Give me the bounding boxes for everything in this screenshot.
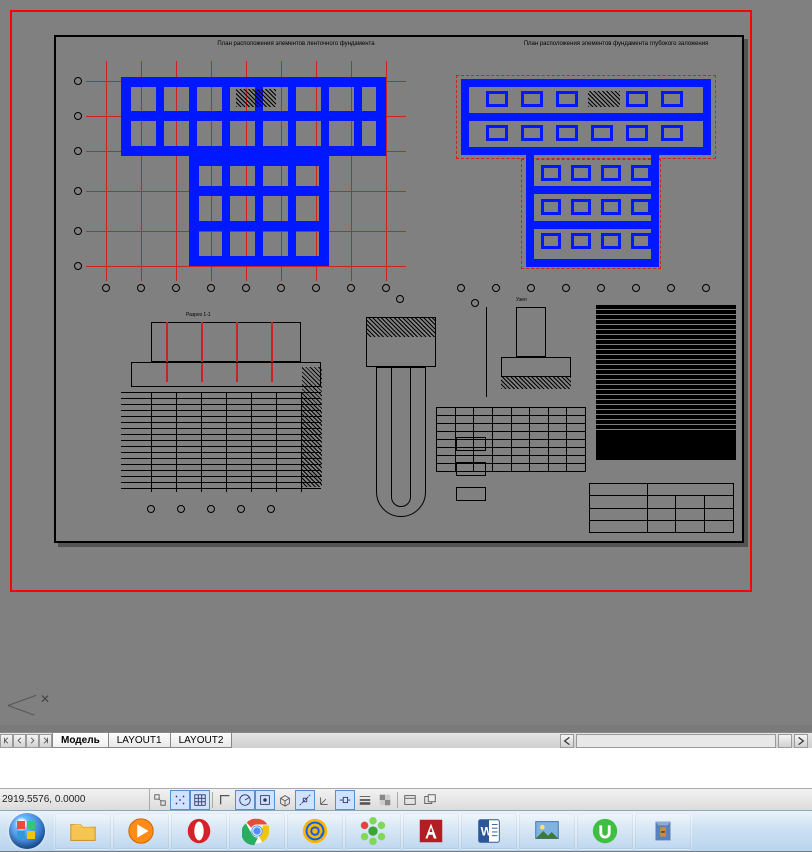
status-3dosnap[interactable] — [275, 790, 295, 810]
taskbar-word[interactable]: W — [460, 812, 518, 850]
hscroll-track[interactable] — [576, 734, 776, 748]
column-elevation — [296, 367, 331, 487]
tab-prev-button[interactable] — [13, 734, 26, 748]
taskbar-icq[interactable] — [344, 812, 402, 850]
status-infer-constraints[interactable] — [150, 790, 170, 810]
model-space[interactable]: План расположения элементов ленточного ф… — [0, 0, 812, 725]
node-detail — [476, 307, 586, 397]
plan1 — [86, 61, 406, 281]
taskbar-autocad[interactable] — [402, 812, 460, 850]
status-bar: 2919.5576, 0.0000 — [0, 788, 812, 810]
start-button[interactable] — [0, 811, 54, 852]
tab-model[interactable]: Модель — [52, 733, 109, 748]
layout-tab-strip: Модель LAYOUT1 LAYOUT2 — [0, 732, 812, 748]
plan2 — [426, 61, 726, 281]
status-selection-cycling[interactable] — [420, 790, 440, 810]
legend-sketch-3 — [456, 487, 486, 501]
status-otrack[interactable] — [295, 790, 315, 810]
tab-label: LAYOUT2 — [179, 735, 224, 746]
node-label: Узел — [516, 297, 527, 303]
tab-label: Модель — [61, 735, 100, 746]
specification-table — [596, 305, 736, 460]
taskbar-mailru[interactable] — [286, 812, 344, 850]
title-block — [589, 483, 734, 533]
ucs-icon: ✕ — [8, 690, 48, 720]
taskbar-wmp[interactable] — [112, 812, 170, 850]
tab-layout2[interactable]: LAYOUT2 — [170, 733, 233, 748]
section1-label: Разрез 1-1 — [186, 312, 211, 318]
plan1-title: План расположения элементов ленточного ф… — [206, 41, 386, 48]
status-grid[interactable] — [190, 790, 210, 810]
status-snap[interactable] — [170, 790, 190, 810]
status-lineweight[interactable] — [355, 790, 375, 810]
tab-label: LAYOUT1 — [117, 735, 162, 746]
hscroll-left[interactable] — [560, 734, 574, 748]
coordinates-readout[interactable]: 2919.5576, 0.0000 — [0, 789, 150, 810]
taskbar-utorrent[interactable] — [576, 812, 634, 850]
status-ortho[interactable] — [215, 790, 235, 810]
legend-sketch-1 — [456, 437, 486, 451]
tab-next-button[interactable] — [26, 734, 39, 748]
status-dyn[interactable] — [335, 790, 355, 810]
plan2-title: План расположения элементов фундамента г… — [516, 41, 716, 48]
taskbar-pictures[interactable] — [518, 812, 576, 850]
section-1-1 — [91, 322, 321, 512]
taskbar-opera[interactable] — [170, 812, 228, 850]
status-polar[interactable] — [235, 790, 255, 810]
status-ducs[interactable] — [315, 790, 335, 810]
taskbar-chrome[interactable] — [228, 812, 286, 850]
windows-orb-icon — [9, 813, 45, 849]
status-osnap[interactable] — [255, 790, 275, 810]
status-transparency[interactable] — [375, 790, 395, 810]
taskbar-explorer[interactable] — [54, 812, 112, 850]
taskbar: W — [0, 810, 812, 851]
status-quickprops[interactable] — [400, 790, 420, 810]
command-area[interactable] — [0, 748, 812, 788]
caisson-detail — [356, 297, 446, 517]
svg-text:W: W — [481, 825, 493, 839]
hscroll-right[interactable] — [794, 734, 808, 748]
tab-last-button[interactable] — [39, 734, 52, 748]
taskbar-winrar[interactable] — [634, 812, 692, 850]
tab-layout1[interactable]: LAYOUT1 — [108, 733, 171, 748]
hscroll-thumb[interactable] — [778, 734, 792, 748]
legend-sketch-2 — [456, 462, 486, 476]
drawing-sheet: План расположения элементов ленточного ф… — [54, 35, 744, 543]
tab-first-button[interactable] — [0, 734, 13, 748]
